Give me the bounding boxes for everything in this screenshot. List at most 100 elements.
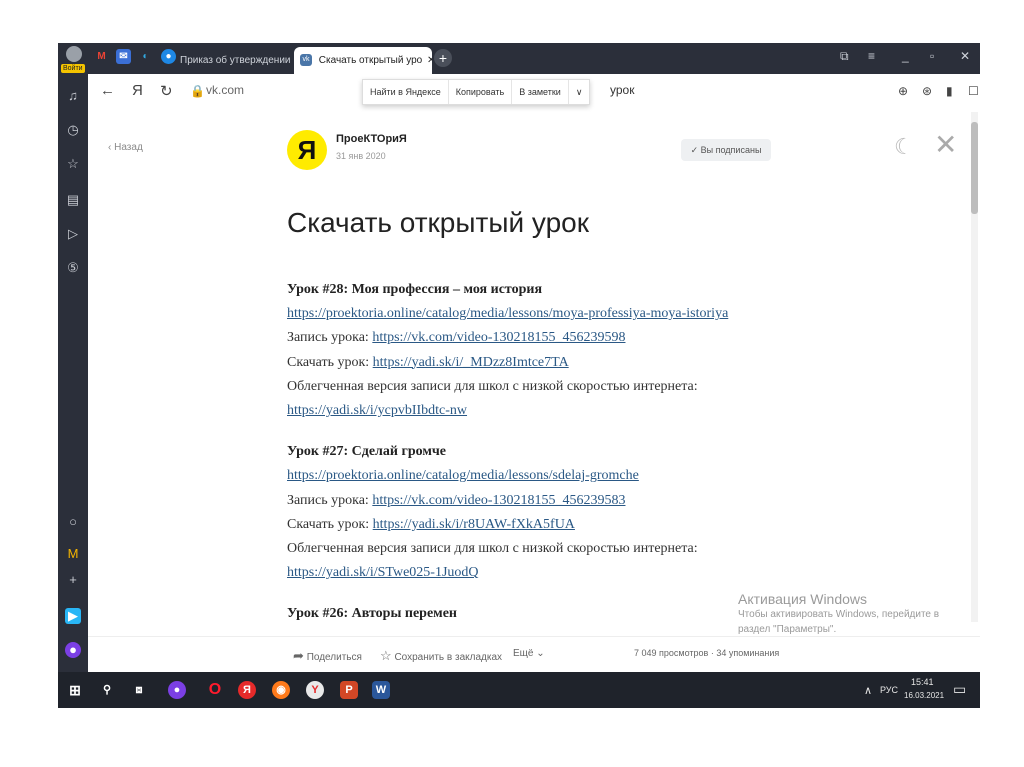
menu-find-in-yandex[interactable]: Найти в Яндексе [363, 80, 449, 104]
post-actions-bar: ➦ Поделиться ☆ Сохранить в закладках Ещё… [88, 636, 980, 673]
post-date: 31 янв 2020 [336, 151, 386, 161]
task-view-icon[interactable]: ⧈ [130, 681, 148, 699]
scrollbar[interactable] [971, 112, 978, 622]
more-button[interactable]: Ещё ⌄ [513, 648, 545, 659]
music-icon[interactable]: ⑤ [65, 260, 81, 276]
light-version-label: Облегченная версия записи для школ с низ… [287, 378, 698, 394]
article-title: Скачать открытый урок [287, 207, 589, 238]
author-avatar[interactable]: Я [287, 130, 327, 170]
clock-time[interactable]: 15:41 [911, 677, 934, 687]
menu-copy[interactable]: Копировать [449, 80, 513, 104]
subscribed-button[interactable]: ✓ Вы подписаны [681, 139, 771, 161]
tab-skachat[interactable]: vk Скачать открытый уро ✕ [294, 47, 432, 74]
close-icon[interactable]: ✕ [934, 128, 957, 161]
alice-icon[interactable]: ● [65, 642, 81, 658]
yandex-browser-icon[interactable]: Y [306, 681, 324, 699]
page-title-in-address: урок [610, 83, 635, 97]
tabs-icon[interactable]: ⧉ [840, 49, 849, 64]
screen: Войти M ✉ ◐ ● Приказ об утверждении п vk… [58, 43, 980, 708]
record-link[interactable]: https://vk.com/video-130218155_456239583 [372, 493, 625, 508]
reload-icon[interactable]: ↻ [160, 82, 173, 100]
gmail-sidebar-icon[interactable]: M [65, 546, 81, 562]
word-icon[interactable]: W [372, 681, 390, 699]
new-tab-button[interactable]: + [434, 49, 452, 67]
play-store-icon[interactable]: ▶ [65, 608, 81, 624]
article-view: ‹ Назад Я ПроеКТОриЯ 31 янв 2020 ✓ Вы по… [88, 106, 980, 673]
edge-icon[interactable]: ◐ [138, 49, 153, 64]
record-label: Запись урока: [287, 330, 373, 346]
record-link[interactable]: https://vk.com/video-130218155_456239598 [372, 330, 625, 345]
post-stats: 7 049 просмотров · 34 упоминания [634, 648, 780, 658]
menu-to-notes[interactable]: В заметки [512, 80, 569, 104]
profile-avatar[interactable] [66, 46, 82, 62]
tab-label: Приказ об утверждении п [180, 55, 290, 66]
search-icon[interactable]: ⚲ [98, 681, 116, 699]
light-version-label: Облегченная версия записи для школ с низ… [287, 541, 698, 557]
windows-taskbar: ⊞ ⚲ ⧈ ● O Я ◉ Y P W ∧ РУС 15:41 16.03.20… [58, 672, 980, 708]
menu-icon[interactable]: ≡ [868, 49, 875, 63]
history-icon[interactable]: ◷ [65, 122, 81, 138]
back-link[interactable]: ‹ Назад [108, 142, 143, 153]
article-body: Урок #28: Моя профессия – моя история ht… [287, 278, 887, 644]
gmail-icon[interactable]: M [94, 49, 109, 64]
author-name[interactable]: ПроеКТОриЯ [336, 133, 407, 145]
powerpoint-icon[interactable]: P [340, 681, 358, 699]
vk-icon: vk [300, 54, 312, 67]
download-label: Скачать урок: [287, 354, 373, 370]
url-field[interactable]: vk.com [206, 83, 244, 97]
firefox-icon[interactable]: ◉ [272, 681, 290, 699]
translate-icon[interactable]: ⊕ [898, 84, 908, 98]
yandex-taskbar-icon[interactable]: Я [238, 681, 256, 699]
star-icon: ☆ [380, 648, 392, 663]
lesson-block: Урок #27: Сделай громче https://proektor… [287, 440, 887, 585]
save-bookmark-button[interactable]: ☆ Сохранить в закладках [380, 648, 502, 664]
lesson-title: Урок #28: Моя профессия – моя история [287, 282, 543, 297]
night-mode-icon[interactable]: ☾ [894, 134, 914, 160]
chevron-down-icon[interactable]: ∨ [569, 80, 590, 104]
login-badge[interactable]: Войти [61, 64, 85, 73]
alice-taskbar-icon[interactable]: ● [168, 681, 186, 699]
download-link[interactable]: https://yadi.sk/i/_MDzz8Imtce7TA [373, 355, 569, 370]
close-window-icon[interactable]: ✕ [960, 49, 970, 63]
yandex-icon[interactable]: Я [132, 82, 143, 99]
star-icon[interactable]: ☆ [65, 156, 81, 172]
minimize-icon[interactable]: _ [902, 49, 909, 63]
notes-icon[interactable]: ▤ [65, 192, 81, 208]
reader-icon[interactable]: ☐ [968, 84, 979, 98]
notifications-icon[interactable]: ▭ [953, 681, 966, 698]
windows-activation-watermark: Активация Windows Чтобы активировать Win… [738, 591, 940, 635]
scrollbar-thumb[interactable] [971, 122, 978, 214]
tab-bar: Войти M ✉ ◐ ● Приказ об утверждении п vk… [58, 43, 980, 74]
tab-label: Скачать открытый уро [318, 55, 423, 66]
play-icon[interactable]: ▷ [65, 226, 81, 242]
lesson-title: Урок #27: Сделай громче [287, 444, 446, 460]
add-icon[interactable]: + [65, 572, 81, 588]
alice-ring-icon[interactable]: ○ [65, 514, 81, 530]
bell-icon[interactable]: ♫ [65, 88, 81, 104]
light-version-link[interactable]: https://yadi.sk/i/ycpvbIIbdtc-nw [287, 403, 467, 418]
language-indicator[interactable]: РУС [880, 685, 898, 695]
bookmark-icon[interactable]: ▮ [946, 84, 953, 98]
lesson-link[interactable]: https://proektoria.online/catalog/media/… [287, 306, 728, 321]
browser-sidebar: ♫ ◷ ☆ ▤ ▷ ⑤ ○ M + ▶ ● [58, 74, 88, 672]
selection-context-menu: Найти в Яндексе Копировать В заметки ∨ [362, 79, 591, 105]
lesson-block: Урок #28: Моя профессия – моя история ht… [287, 278, 887, 423]
extension-icon[interactable]: ⊛ [922, 84, 932, 98]
tab-prikaz[interactable]: Приказ об утверждении п [180, 47, 290, 74]
clock-date[interactable]: 16.03.2021 [904, 691, 944, 700]
mail-icon[interactable]: ✉ [116, 49, 131, 64]
light-version-link[interactable]: https://yadi.sk/i/STwe025-1JuodQ [287, 565, 479, 580]
record-label: Запись урока: [287, 492, 373, 508]
share-button[interactable]: ➦ Поделиться [293, 648, 362, 664]
lock-icon: 🔒 [190, 84, 205, 98]
chevron-down-icon: ⌄ [536, 648, 545, 659]
tray-chevron-up-icon[interactable]: ∧ [864, 684, 872, 697]
windows-start-icon[interactable]: ⊞ [66, 681, 84, 699]
check-icon: ✓ [690, 145, 699, 155]
opera-icon[interactable]: O [206, 681, 224, 699]
download-link[interactable]: https://yadi.sk/i/r8UAW-fXkA5fUA [373, 517, 575, 532]
lesson-link[interactable]: https://proektoria.online/catalog/media/… [287, 468, 639, 483]
restore-icon[interactable]: ▫ [930, 49, 934, 63]
tab-close-icon[interactable]: ✕ [427, 55, 432, 66]
back-arrow-icon[interactable]: ← [100, 82, 115, 99]
